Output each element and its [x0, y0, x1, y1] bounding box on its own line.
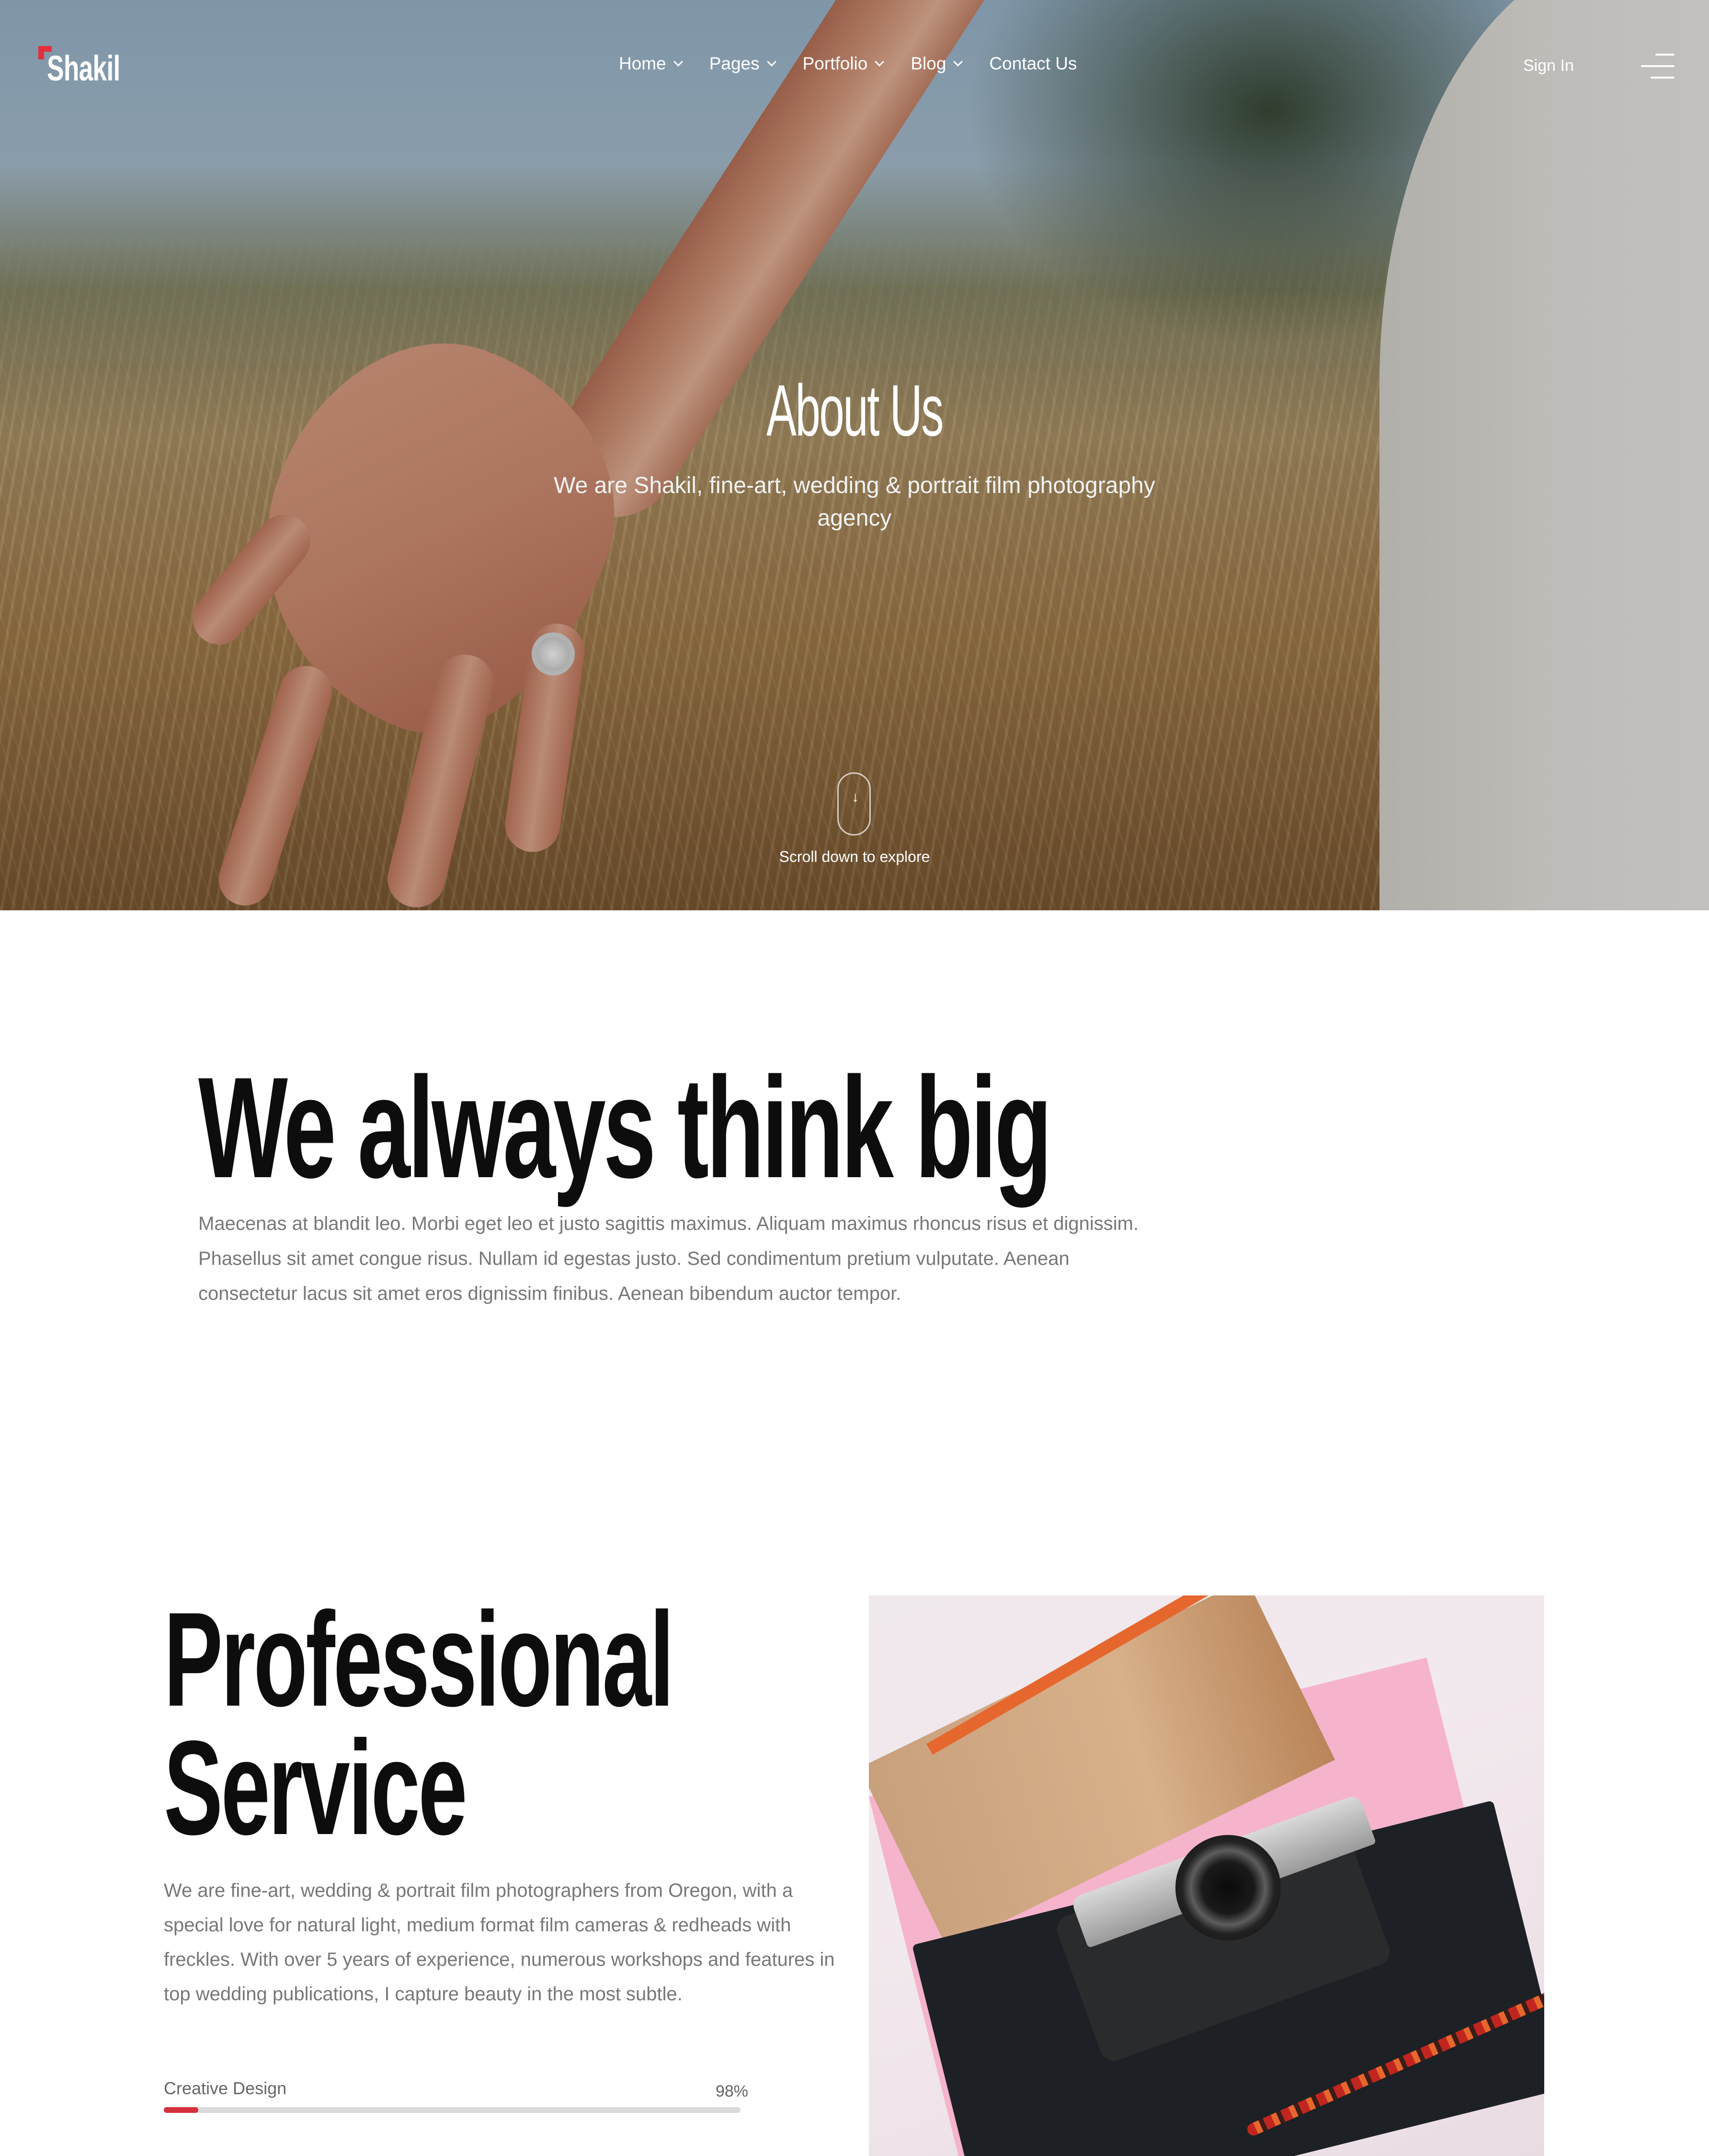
nav-item-label: Pages — [709, 54, 760, 73]
site-logo[interactable]: Shakil — [47, 48, 120, 89]
nav-item-portfolio[interactable]: Portfolio — [802, 54, 885, 74]
hero-title: About Us — [766, 370, 944, 451]
professional-service-description: We are fine-art, wedding & portrait film… — [164, 1880, 835, 2005]
camera-photo — [869, 1595, 1544, 2156]
nav-item-home[interactable]: Home — [619, 54, 683, 74]
think-big-title: We always think big — [198, 1047, 1052, 1208]
nav-item-label: Contact Us — [989, 54, 1077, 73]
nav-item-label: Portfolio — [802, 54, 868, 73]
mouse-scroll-icon[interactable]: ↓ — [837, 772, 871, 836]
hero-section: Shakil Home Pages Portfolio Blog Contact… — [0, 0, 1709, 910]
chevron-down-icon — [673, 57, 683, 67]
arrow-down-icon: ↓ — [852, 789, 859, 805]
title-line: Service — [164, 1713, 467, 1863]
title-line: Professional — [164, 1585, 674, 1734]
hamburger-menu-icon[interactable] — [1637, 54, 1675, 80]
nav-item-blog[interactable]: Blog — [911, 54, 963, 74]
sign-in-link[interactable]: Sign In — [1523, 57, 1574, 75]
professional-service-title: Professional Service — [164, 1593, 674, 1855]
skill-fill — [164, 2107, 199, 2113]
nav-item-contact[interactable]: Contact Us — [989, 54, 1077, 74]
photo-camera-lens — [1175, 1835, 1281, 1940]
nav-item-pages[interactable]: Pages — [709, 54, 776, 74]
skill-label: Creative Design — [164, 2078, 287, 2098]
scroll-hint: Scroll down to explore — [779, 848, 930, 865]
skill-percent: 98% — [715, 2082, 748, 2100]
chevron-down-icon — [875, 57, 885, 67]
hero-subtitle: We are Shakil, fine-art, wedding & portr… — [554, 473, 1155, 531]
main-nav: Home Pages Portfolio Blog Contact Us — [619, 54, 1105, 74]
nav-item-label: Home — [619, 54, 666, 73]
chevron-down-icon — [953, 57, 963, 67]
think-big-description: Maecenas at blandit leo. Morbi eget leo … — [198, 1213, 1139, 1304]
chevron-down-icon — [766, 57, 776, 67]
skill-track — [164, 2107, 741, 2113]
nav-item-label: Blog — [911, 54, 946, 73]
